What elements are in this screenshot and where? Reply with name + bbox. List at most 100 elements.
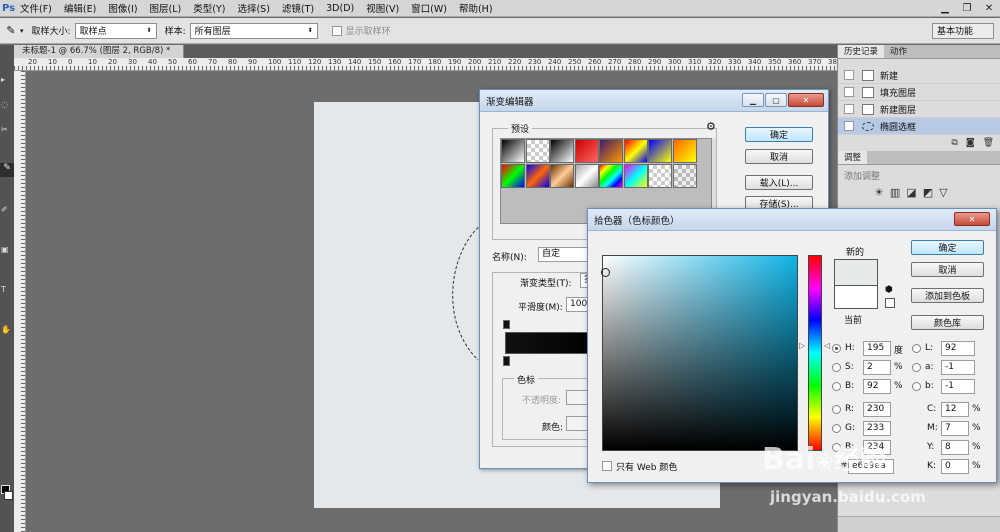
tab-actions[interactable]: 动作 — [884, 45, 913, 58]
lightness-input[interactable]: 92 — [941, 341, 975, 356]
tool-icon[interactable]: ✋ — [1, 325, 13, 335]
history-snapshot-checkbox[interactable] — [844, 87, 854, 97]
curves-icon[interactable]: ◪ — [906, 186, 916, 199]
gear-icon[interactable]: ⚙ — [706, 120, 716, 133]
ok-button[interactable]: 确定 — [911, 240, 984, 255]
gradient-preset-swatch[interactable] — [501, 163, 525, 188]
hue-slider[interactable] — [808, 255, 822, 451]
cube-icon[interactable]: ⬢ — [885, 285, 893, 295]
red-radio[interactable] — [832, 405, 841, 414]
green-input[interactable]: 233 — [863, 421, 891, 436]
sample-select[interactable]: 所有图层 ⬍ — [189, 22, 318, 39]
ok-button[interactable]: 确定 — [745, 127, 813, 142]
gradient-preset-swatch[interactable] — [525, 139, 550, 163]
minimize-icon[interactable]: ▁ — [742, 93, 764, 107]
gradient-preset-swatch[interactable] — [623, 163, 648, 188]
lightness-radio[interactable] — [912, 344, 921, 353]
opacity-stop-icon[interactable] — [503, 320, 510, 329]
gradient-preset-swatch[interactable] — [672, 139, 697, 163]
gradient-preset-swatch[interactable] — [648, 163, 672, 188]
gradient-preset-swatch[interactable] — [648, 139, 672, 163]
vibrance-icon[interactable]: ▽ — [939, 186, 947, 199]
history-snapshot-checkbox[interactable] — [844, 121, 854, 131]
eyedropper-icon[interactable]: ✎ — [2, 24, 20, 37]
black-input[interactable]: 0 — [941, 459, 969, 474]
close-icon[interactable]: ✕ — [788, 93, 824, 107]
cancel-button[interactable]: 取消 — [911, 262, 984, 277]
color-stop-icon[interactable] — [503, 356, 510, 366]
vertical-ruler[interactable] — [14, 71, 26, 532]
menu-window[interactable]: 窗口(W) — [405, 1, 453, 15]
history-item-current[interactable]: 椭圆选框 — [838, 118, 1000, 135]
menu-type[interactable]: 类型(Y) — [187, 1, 231, 15]
tool-icon[interactable]: ◌ — [1, 100, 13, 110]
gradient-preset-swatch[interactable] — [550, 163, 574, 188]
background-color-swatch[interactable] — [4, 491, 13, 500]
gradient-preset-swatch[interactable] — [525, 163, 550, 188]
eyedropper-tool-icon[interactable]: ✎ — [0, 163, 14, 177]
green-radio[interactable] — [832, 424, 841, 433]
sample-size-select[interactable]: 取样点 ⬍ — [74, 22, 157, 39]
saturation-input[interactable]: 2 — [863, 360, 891, 375]
hue-radio[interactable] — [832, 344, 841, 353]
web-colors-only-checkbox[interactable] — [602, 461, 612, 471]
gradient-preset-swatch[interactable] — [574, 163, 599, 188]
b-channel-input[interactable]: -1 — [941, 379, 975, 394]
gradient-preset-swatch[interactable] — [574, 139, 599, 163]
tab-history[interactable]: 历史记录 — [838, 45, 885, 58]
gradient-preset-swatch[interactable] — [623, 139, 648, 163]
gradient-preset-swatch[interactable] — [599, 139, 623, 163]
menu-layer[interactable]: 图层(L) — [144, 1, 188, 15]
workspace-select[interactable]: 基本功能 — [932, 22, 994, 39]
tab-adjustments[interactable]: 调整 — [838, 151, 868, 164]
camera-icon[interactable]: ◙ — [966, 138, 975, 148]
new-document-from-state-icon[interactable]: ⧉ — [951, 138, 957, 148]
web-safe-swatch[interactable] — [885, 298, 895, 308]
add-to-swatches-button[interactable]: 添加到色板 — [911, 288, 984, 303]
yellow-input[interactable]: 8 — [941, 440, 969, 455]
menu-3d[interactable]: 3D(D) — [320, 3, 360, 14]
gradient-preset-swatch[interactable] — [672, 163, 697, 188]
tool-icon[interactable]: ▣ — [1, 245, 13, 255]
gradient-preset-swatch[interactable] — [550, 139, 574, 163]
show-ring-checkbox[interactable] — [331, 25, 342, 36]
hue-input[interactable]: 195 — [863, 341, 891, 356]
menu-file[interactable]: 文件(F) — [14, 1, 58, 15]
b-channel-radio[interactable] — [912, 382, 921, 391]
color-libraries-button[interactable]: 颜色库 — [911, 315, 984, 330]
menu-view[interactable]: 视图(V) — [360, 1, 405, 15]
load-button[interactable]: 载入(L)... — [745, 175, 813, 190]
minimize-icon[interactable]: ▁ — [934, 0, 956, 16]
tool-icon[interactable]: ▸ — [1, 75, 13, 85]
a-channel-radio[interactable] — [912, 363, 921, 372]
history-snapshot-checkbox[interactable] — [844, 70, 854, 80]
hue-slider-right-arrow-icon[interactable]: ◁ — [824, 341, 830, 350]
history-item[interactable]: 新建图层 — [838, 101, 1000, 118]
red-input[interactable]: 230 — [863, 402, 891, 417]
brightness-icon[interactable]: ☀ — [874, 186, 884, 199]
tool-icon[interactable]: T — [1, 285, 13, 295]
history-item[interactable]: 填充图层 — [838, 84, 1000, 101]
saturation-radio[interactable] — [832, 363, 841, 372]
restore-icon[interactable]: ❐ — [956, 0, 978, 16]
history-snapshot-checkbox[interactable] — [844, 104, 854, 114]
menu-help[interactable]: 帮助(H) — [453, 1, 499, 15]
exposure-icon[interactable]: ◩ — [923, 186, 933, 199]
tool-icon[interactable]: ✂ — [1, 125, 13, 135]
cancel-button[interactable]: 取消 — [745, 149, 813, 164]
hue-slider-left-arrow-icon[interactable]: ▷ — [799, 341, 805, 350]
menu-filter[interactable]: 滤镜(T) — [276, 1, 320, 15]
levels-icon[interactable]: ▥ — [890, 186, 900, 199]
horizontal-ruler[interactable]: 20 10 0 10 20 30 40 50 60 70 80 90 100 110 120 130 140 15… — [14, 58, 837, 71]
close-icon[interactable]: ✕ — [954, 212, 990, 226]
brightness-radio[interactable] — [832, 382, 841, 391]
current-color-swatch[interactable] — [834, 285, 878, 309]
document-tab[interactable]: 未标题-1 @ 66.7% (图层 2, RGB/8) * ✕ — [14, 45, 184, 69]
trash-icon[interactable]: 🗑 — [983, 138, 994, 148]
gradient-preset-swatch[interactable] — [599, 163, 623, 188]
menu-select[interactable]: 选择(S) — [231, 1, 275, 15]
color-picker-titlebar[interactable]: 拾色器（色标颜色） — [588, 209, 996, 231]
tool-preset-dropdown-icon[interactable]: ▾ — [20, 27, 24, 35]
menu-image[interactable]: 图像(I) — [102, 1, 143, 15]
magenta-input[interactable]: 7 — [941, 421, 969, 436]
